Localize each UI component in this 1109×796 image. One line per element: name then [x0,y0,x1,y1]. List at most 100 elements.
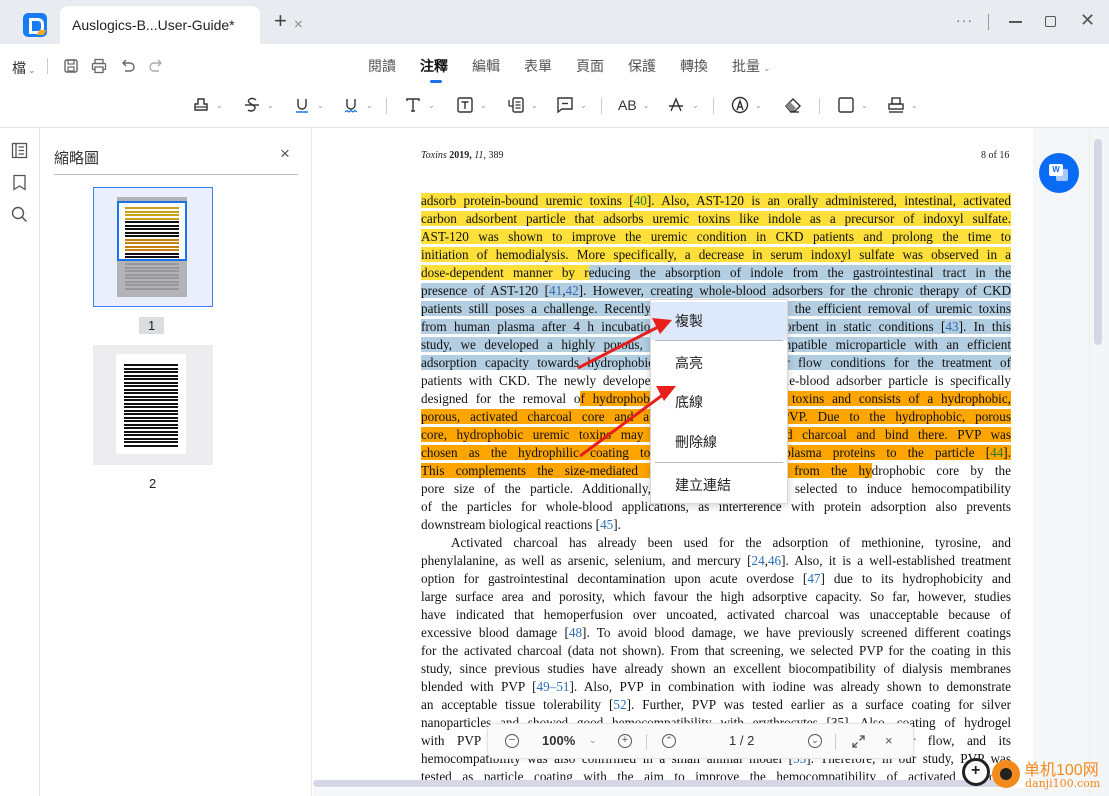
text-line[interactable]: dose-dependent manner by reducing the ab… [421,264,1011,282]
citation-link[interactable]: 48 [569,625,582,640]
stamp-tool[interactable]: ⌄ [887,94,918,116]
watermark-url: danji100.com [1025,777,1101,790]
thumbnail-text-line [124,441,178,443]
tab-protect[interactable]: 保護 [628,56,656,76]
citation-link[interactable]: 52 [613,697,626,712]
eraser-tool[interactable] [784,94,802,116]
comment-tool[interactable]: ⌄ [556,94,587,116]
citation-link[interactable]: 43 [945,319,959,334]
menu-item-underline[interactable]: 底線 [651,383,787,421]
page-indicator[interactable]: 1 / 2 [729,733,754,748]
text-line[interactable]: blended with PVP [49–51]. Also, PVP in c… [421,678,1011,696]
toolbar-divider [646,734,647,750]
zoom-in-icon[interactable]: + [618,734,632,748]
insert-text-tool[interactable]: ⌄ [668,94,699,116]
citation-link[interactable]: 44 [990,445,1004,460]
thumbnail-text-line [125,252,179,255]
text-line[interactable]: excessive blood damage [48]. To avoid bl… [421,624,1011,642]
next-page-icon[interactable]: ⌄ [808,734,822,748]
text-line[interactable]: carbon adsorbent particle that adsorbs u… [421,210,1011,228]
text-line[interactable]: for the activated charcoal (data not sho… [421,642,1011,660]
text-line[interactable]: presence of AST-120 [41,42]. However, cr… [421,282,1011,300]
text-segment: Activated charcoal has already been used… [451,535,1011,550]
callout-tool[interactable]: ⌄ [507,94,538,116]
file-menu[interactable]: 檔 ⌄ [12,58,36,78]
thumbnail-text-line [125,207,179,209]
tab-read[interactable]: 閱讀 [368,56,396,76]
tab-convert[interactable]: 轉換 [680,56,708,76]
thumbnail-text-line [125,217,179,220]
menu-item-highlight[interactable]: 高亮 [651,344,787,382]
textbox-tool[interactable]: ⌄ [456,94,487,116]
strikethrough-tool[interactable]: ⌄ [243,94,274,116]
menu-item-strikethrough[interactable]: 刪除線 [651,423,787,461]
undo-icon[interactable] [120,58,136,74]
tab-batch[interactable]: 批量 ⌄ [732,56,771,76]
text-line[interactable]: an acceptable tissue tolerability [52]. … [421,696,1011,714]
thumbnails-icon[interactable] [11,142,28,159]
pencil-tool[interactable]: ⌄ [731,94,762,116]
text-line[interactable]: Activated charcoal has already been used… [421,534,1011,552]
tab-close-icon[interactable]: × [294,16,303,33]
squiggly-tool[interactable]: ⌄ [342,94,373,116]
redo-icon[interactable] [148,58,164,74]
citation-link[interactable]: 49–51 [537,679,570,694]
zoom-dropdown-icon[interactable]: ⌄ [589,735,597,746]
text-line[interactable]: have indicated that hemoperfusion over u… [421,606,1011,624]
thumbnail-text-line [125,245,179,248]
text-line[interactable]: option for gastrointestinal decontaminat… [421,570,1011,588]
text-line[interactable]: adsorb protein-bound uremic toxins [40].… [421,192,1012,210]
text-line[interactable]: initiation of hemodialysis. More specifi… [421,246,1011,264]
thumbnail-text-line [124,413,178,415]
text-line[interactable]: study, since previous studies have alrea… [421,660,1011,678]
minimize-icon[interactable] [1009,21,1022,23]
previous-page-icon[interactable]: ⌃ [662,734,676,748]
citation-link[interactable]: 24 [751,553,764,568]
thumbnail-page-2[interactable] [93,345,213,465]
tab-page[interactable]: 頁面 [576,56,604,76]
citation-link[interactable]: 46 [768,553,781,568]
save-icon[interactable] [63,58,79,74]
document-tab[interactable]: Auslogics-B...User-Guide* × [60,6,303,44]
close-bar-icon[interactable]: × [885,733,893,748]
tab-form[interactable]: 表單 [524,56,552,76]
panel-close-icon[interactable]: × [280,144,290,164]
horizontal-scrollbar[interactable] [313,780,1006,787]
menu-item-create-link[interactable]: 建立連結 [651,466,787,504]
text-tool[interactable]: ⌄ [404,94,435,116]
fullscreen-icon[interactable] [851,734,866,749]
bookmark-icon[interactable] [11,174,28,191]
window-close-icon[interactable]: ✕ [1080,10,1095,31]
viewport-indicator[interactable] [117,201,187,261]
text-line[interactable]: phenylalanine, as well as arsenic, selen… [421,552,1011,570]
citation-link[interactable]: 40 [633,193,647,208]
tab-annotate[interactable]: 注釋 [420,56,448,83]
search-icon[interactable] [11,206,28,223]
citation-link[interactable]: 41 [549,283,563,298]
more-options-icon[interactable]: ··· [956,12,973,28]
citation-link[interactable]: 47 [807,571,820,586]
citation-link[interactable]: 45 [600,517,613,532]
text-segment: for the activated charcoal (data not sho… [421,643,1011,658]
text-line[interactable]: large surface area and porosity, which f… [421,588,1011,606]
text-line[interactable]: downstream biological reactions [45]. [421,516,1011,534]
vertical-scrollbar[interactable] [1094,139,1102,345]
citation-link[interactable]: 42 [565,283,579,298]
tab-edit[interactable]: 編輯 [472,56,500,76]
highlight-tool[interactable]: ⌄ [192,94,223,116]
main-tabs: 閱讀 注釋 編輯 表單 頁面 保護 轉換 批量 ⌄ [368,56,795,83]
chevron-down-icon: ⌄ [861,100,868,110]
zoom-out-icon[interactable]: − [505,734,519,748]
shape-tool[interactable]: ⌄ [837,94,868,116]
convert-to-word-button[interactable]: W [1039,153,1079,193]
menu-item-copy[interactable]: 複製 [651,302,787,340]
thumbnail-page-1[interactable] [93,187,213,307]
underline-tool[interactable]: ⌄ [293,94,324,116]
zoom-level[interactable]: 100% [542,733,575,748]
replace-text-icon: AB [618,97,637,113]
replace-text-tool[interactable]: AB ⌄ [618,94,649,116]
new-tab-button[interactable]: + [274,10,287,32]
maximize-icon[interactable] [1045,16,1056,27]
text-line[interactable]: AST-120 was shown to improve the uremic … [421,228,1011,246]
print-icon[interactable] [91,58,107,74]
